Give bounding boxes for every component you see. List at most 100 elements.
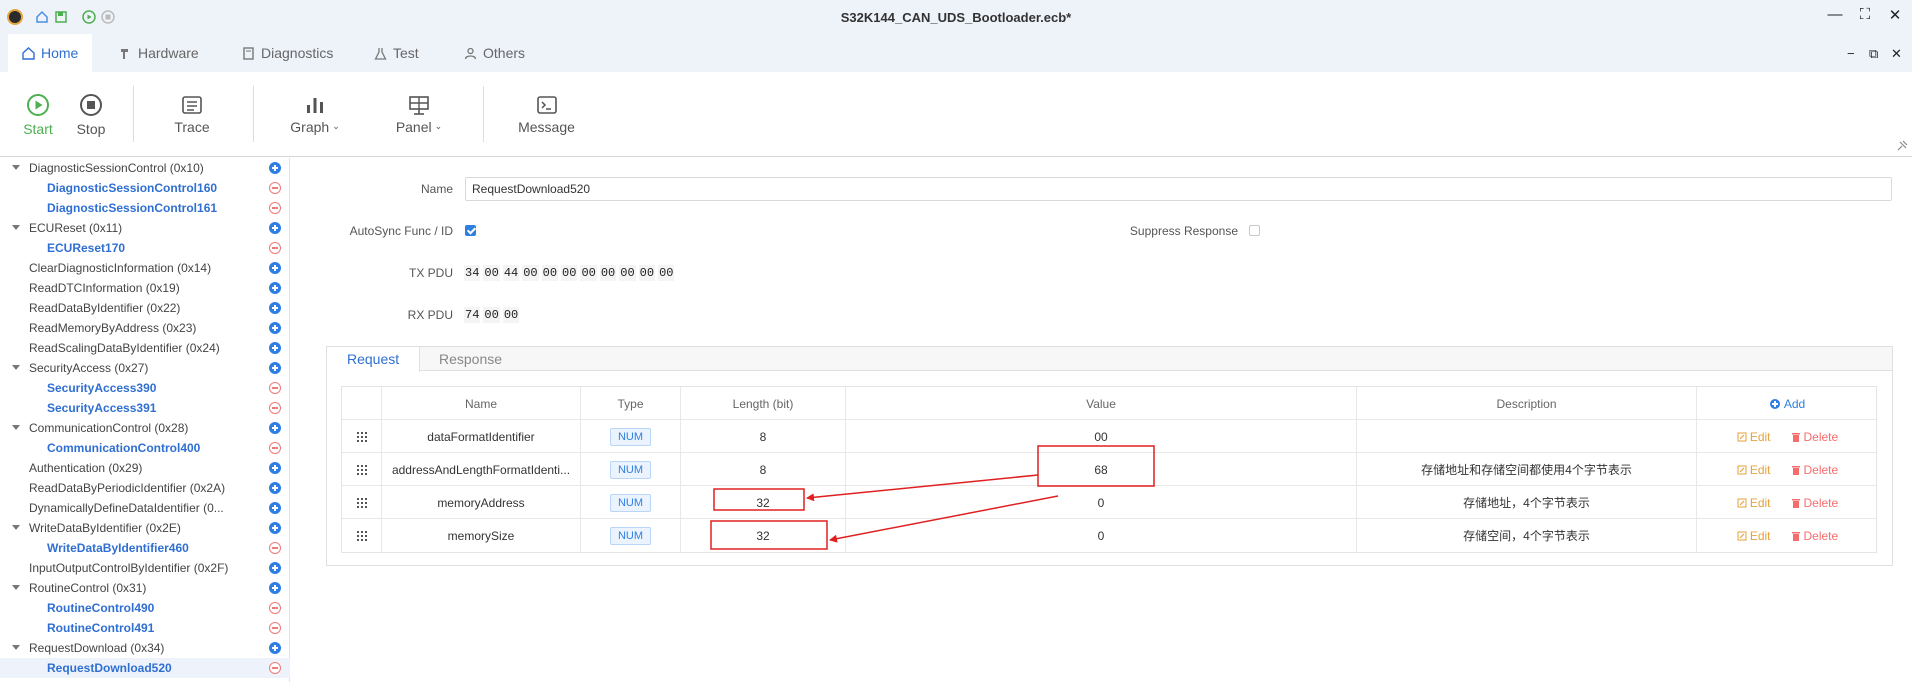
add-circle-icon[interactable] (269, 482, 281, 494)
panel-button[interactable]: Panel ⌄ (389, 72, 449, 157)
tab-hardware[interactable]: Hardware (119, 34, 199, 72)
add-circle-icon[interactable] (269, 282, 281, 294)
drag-handle[interactable] (342, 420, 382, 453)
tree-item-service[interactable]: ECUReset (0x11) (0, 218, 290, 238)
tab-home[interactable]: Home (8, 34, 93, 72)
add-circle-icon[interactable] (269, 422, 281, 434)
remove-circle-icon[interactable] (269, 402, 281, 414)
tree-item-request[interactable]: ECUReset170 (0, 238, 290, 258)
doc-restore-button[interactable]: ⧉ (1869, 46, 1878, 62)
remove-circle-icon[interactable] (269, 542, 281, 554)
doc-close-button[interactable]: ✕ (1891, 46, 1902, 62)
minimize-button[interactable]: — (1825, 6, 1845, 23)
tree-item-service[interactable]: DynamicallyDefineDataIdentifier (0... (0, 498, 290, 518)
tree-item-request[interactable]: RoutineControl490 (0, 598, 290, 618)
tree-item-service[interactable]: ReadScalingDataByIdentifier (0x24) (0, 338, 290, 358)
tree-item-service[interactable]: Authentication (0x29) (0, 458, 290, 478)
param-value-cell[interactable]: 68 (846, 453, 1357, 486)
remove-circle-icon[interactable] (269, 202, 281, 214)
message-button[interactable]: Message (515, 72, 578, 157)
table-row[interactable]: dataFormatIdentifier NUM 8 00 Edit Delete (342, 420, 1876, 453)
edit-button[interactable]: Edit (1737, 463, 1771, 477)
add-row-button[interactable]: Add (1697, 387, 1878, 420)
caret-down-icon[interactable] (12, 525, 20, 530)
tree-item-request[interactable]: SecurityAccess391 (0, 398, 290, 418)
maximize-button[interactable]: ⛶ (1855, 6, 1875, 23)
add-circle-icon[interactable] (269, 342, 281, 354)
add-circle-icon[interactable] (269, 262, 281, 274)
add-circle-icon[interactable] (269, 462, 281, 474)
add-circle-icon[interactable] (269, 162, 281, 174)
tree-item-service[interactable]: ReadDataByIdentifier (0x22) (0, 298, 290, 318)
caret-down-icon[interactable] (12, 425, 20, 430)
delete-button[interactable]: Delete (1791, 463, 1838, 477)
tree-item-request[interactable]: RoutineControl491 (0, 618, 290, 638)
tab-diagnostics[interactable]: Diagnostics (242, 34, 333, 72)
suppress-response-checkbox[interactable] (1249, 225, 1260, 236)
remove-circle-icon[interactable] (269, 242, 281, 254)
caret-down-icon[interactable] (12, 585, 20, 590)
drag-handle[interactable] (342, 486, 382, 519)
add-circle-icon[interactable] (269, 562, 281, 574)
tree-item-request[interactable]: SecurityAccess390 (0, 378, 290, 398)
remove-circle-icon[interactable] (269, 622, 281, 634)
tree-item-service[interactable]: ReadMemoryByAddress (0x23) (0, 318, 290, 338)
table-row[interactable]: memorySize NUM 32 0 存储空间，4个字节表示 Edit Delete (342, 519, 1876, 552)
delete-button[interactable]: Delete (1791, 430, 1838, 444)
caret-down-icon[interactable] (12, 645, 20, 650)
param-value-cell[interactable]: 0 (846, 486, 1357, 519)
table-row[interactable]: addressAndLengthFormatIdenti... NUM 8 68 存储地… (342, 453, 1876, 486)
tree-item-service[interactable]: CommunicationControl (0x28) (0, 418, 290, 438)
remove-circle-icon[interactable] (269, 602, 281, 614)
trace-button[interactable]: Trace (168, 72, 216, 157)
add-circle-icon[interactable] (269, 502, 281, 514)
tx-pdu-bytes[interactable]: 34 00 44 00 00 00 00 00 00 00 00 (464, 265, 675, 281)
caret-down-icon[interactable] (12, 365, 20, 370)
delete-button[interactable]: Delete (1791, 496, 1838, 510)
table-row[interactable]: memoryAddress NUM 32 0 存储地址，4个字节表示 Edit Delete (342, 486, 1876, 519)
name-input[interactable]: RequestDownload520 (465, 177, 1892, 201)
param-value-cell[interactable]: 00 (846, 420, 1357, 453)
tab-request[interactable]: Request (327, 347, 421, 372)
doc-minimize-button[interactable]: − (1847, 46, 1855, 61)
add-circle-icon[interactable] (269, 642, 281, 654)
tree-item-request[interactable]: DiagnosticSessionControl161 (0, 198, 290, 218)
add-circle-icon[interactable] (269, 222, 281, 234)
tree-item-service[interactable]: ClearDiagnosticInformation (0x14) (0, 258, 290, 278)
tab-test[interactable]: Test (374, 34, 419, 72)
drag-handle[interactable] (342, 519, 382, 552)
add-circle-icon[interactable] (269, 522, 281, 534)
pin-icon[interactable] (1896, 140, 1908, 152)
tree-item-service[interactable]: WriteDataByIdentifier (0x2E) (0, 518, 290, 538)
tree-item-service[interactable]: ReadDTCInformation (0x19) (0, 278, 290, 298)
close-button[interactable]: ✕ (1885, 6, 1905, 24)
edit-button[interactable]: Edit (1737, 529, 1771, 543)
tree-item-request[interactable]: CommunicationControl400 (0, 438, 290, 458)
delete-button[interactable]: Delete (1791, 529, 1838, 543)
start-button[interactable]: Start (20, 72, 56, 157)
param-value-cell[interactable]: 0 (846, 519, 1357, 552)
add-circle-icon[interactable] (269, 362, 281, 374)
tree-item-service[interactable]: RequestDownload (0x34) (0, 638, 290, 658)
drag-handle[interactable] (342, 453, 382, 486)
tree-item-service[interactable]: DiagnosticSessionControl (0x10) (0, 158, 290, 178)
tree-item-request[interactable]: WriteDataByIdentifier460 (0, 538, 290, 558)
remove-circle-icon[interactable] (269, 182, 281, 194)
edit-button[interactable]: Edit (1737, 496, 1771, 510)
add-circle-icon[interactable] (269, 582, 281, 594)
remove-circle-icon[interactable] (269, 382, 281, 394)
rx-pdu-bytes[interactable]: 74 00 00 (464, 307, 520, 323)
tab-others[interactable]: Others (464, 34, 525, 72)
caret-down-icon[interactable] (12, 225, 20, 230)
tree-item-service[interactable]: RoutineControl (0x31) (0, 578, 290, 598)
add-circle-icon[interactable] (269, 322, 281, 334)
graph-button[interactable]: Graph ⌄ (285, 72, 345, 157)
add-circle-icon[interactable] (269, 302, 281, 314)
autosync-checkbox[interactable] (465, 225, 476, 236)
caret-down-icon[interactable] (12, 165, 20, 170)
tree-item-service[interactable]: SecurityAccess (0x27) (0, 358, 290, 378)
tree-item-service[interactable]: InputOutputControlByIdentifier (0x2F) (0, 558, 290, 578)
edit-button[interactable]: Edit (1737, 430, 1771, 444)
tree-item-request[interactable]: DiagnosticSessionControl160 (0, 178, 290, 198)
tree-item-request[interactable]: RequestDownload520 (0, 658, 290, 678)
